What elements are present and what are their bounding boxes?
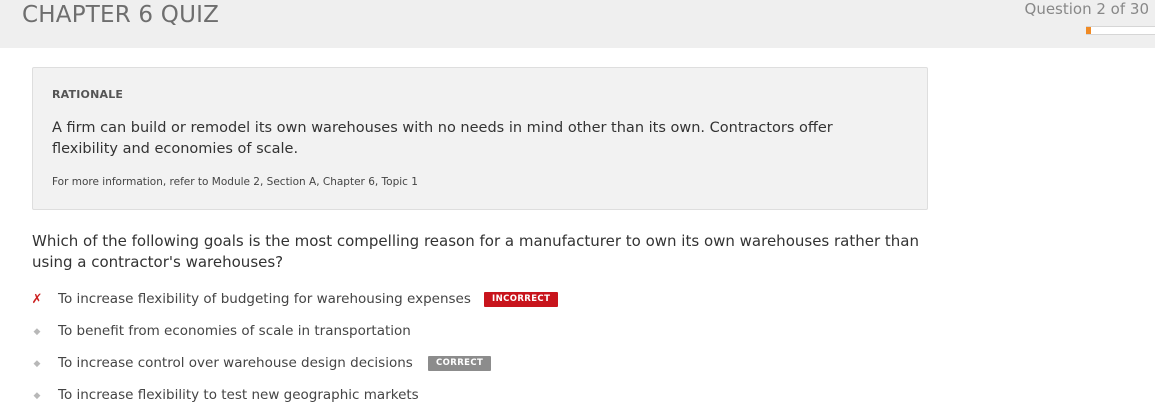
incorrect-badge: INCORRECT [484, 292, 559, 307]
quiz-progress-fill [1086, 27, 1091, 34]
bullet-icon: ◆ [33, 359, 41, 369]
rationale-text: A firm can build or remodel its own ware… [52, 120, 833, 157]
quiz-header: CHAPTER 6 QUIZ Question 2 of 30 [0, 0, 1155, 48]
answer-option-label: To increase flexibility of budgeting for… [58, 291, 471, 307]
bullet-icon: ◆ [33, 327, 41, 337]
rationale-reference: For more information, refer to Module 2,… [52, 176, 418, 188]
wrong-mark-icon: ✗ [31, 292, 43, 307]
rationale-heading: RATIONALE [52, 88, 124, 101]
answer-option-label: To increase flexibility to test new geog… [58, 387, 419, 403]
answer-option-label: To increase control over warehouse desig… [58, 355, 413, 371]
question-counter: Question 2 of 30 [1024, 0, 1149, 18]
quiz-progress-bar [1086, 26, 1155, 35]
quiz-title: CHAPTER 6 QUIZ [22, 2, 220, 28]
question-text: Which of the following goals is the most… [32, 232, 919, 271]
answer-option-label: To benefit from economies of scale in tr… [58, 323, 411, 339]
correct-badge: CORRECT [428, 356, 492, 371]
bullet-icon: ◆ [33, 391, 41, 401]
rationale-panel: RATIONALE A firm can build or remodel it… [32, 67, 928, 210]
